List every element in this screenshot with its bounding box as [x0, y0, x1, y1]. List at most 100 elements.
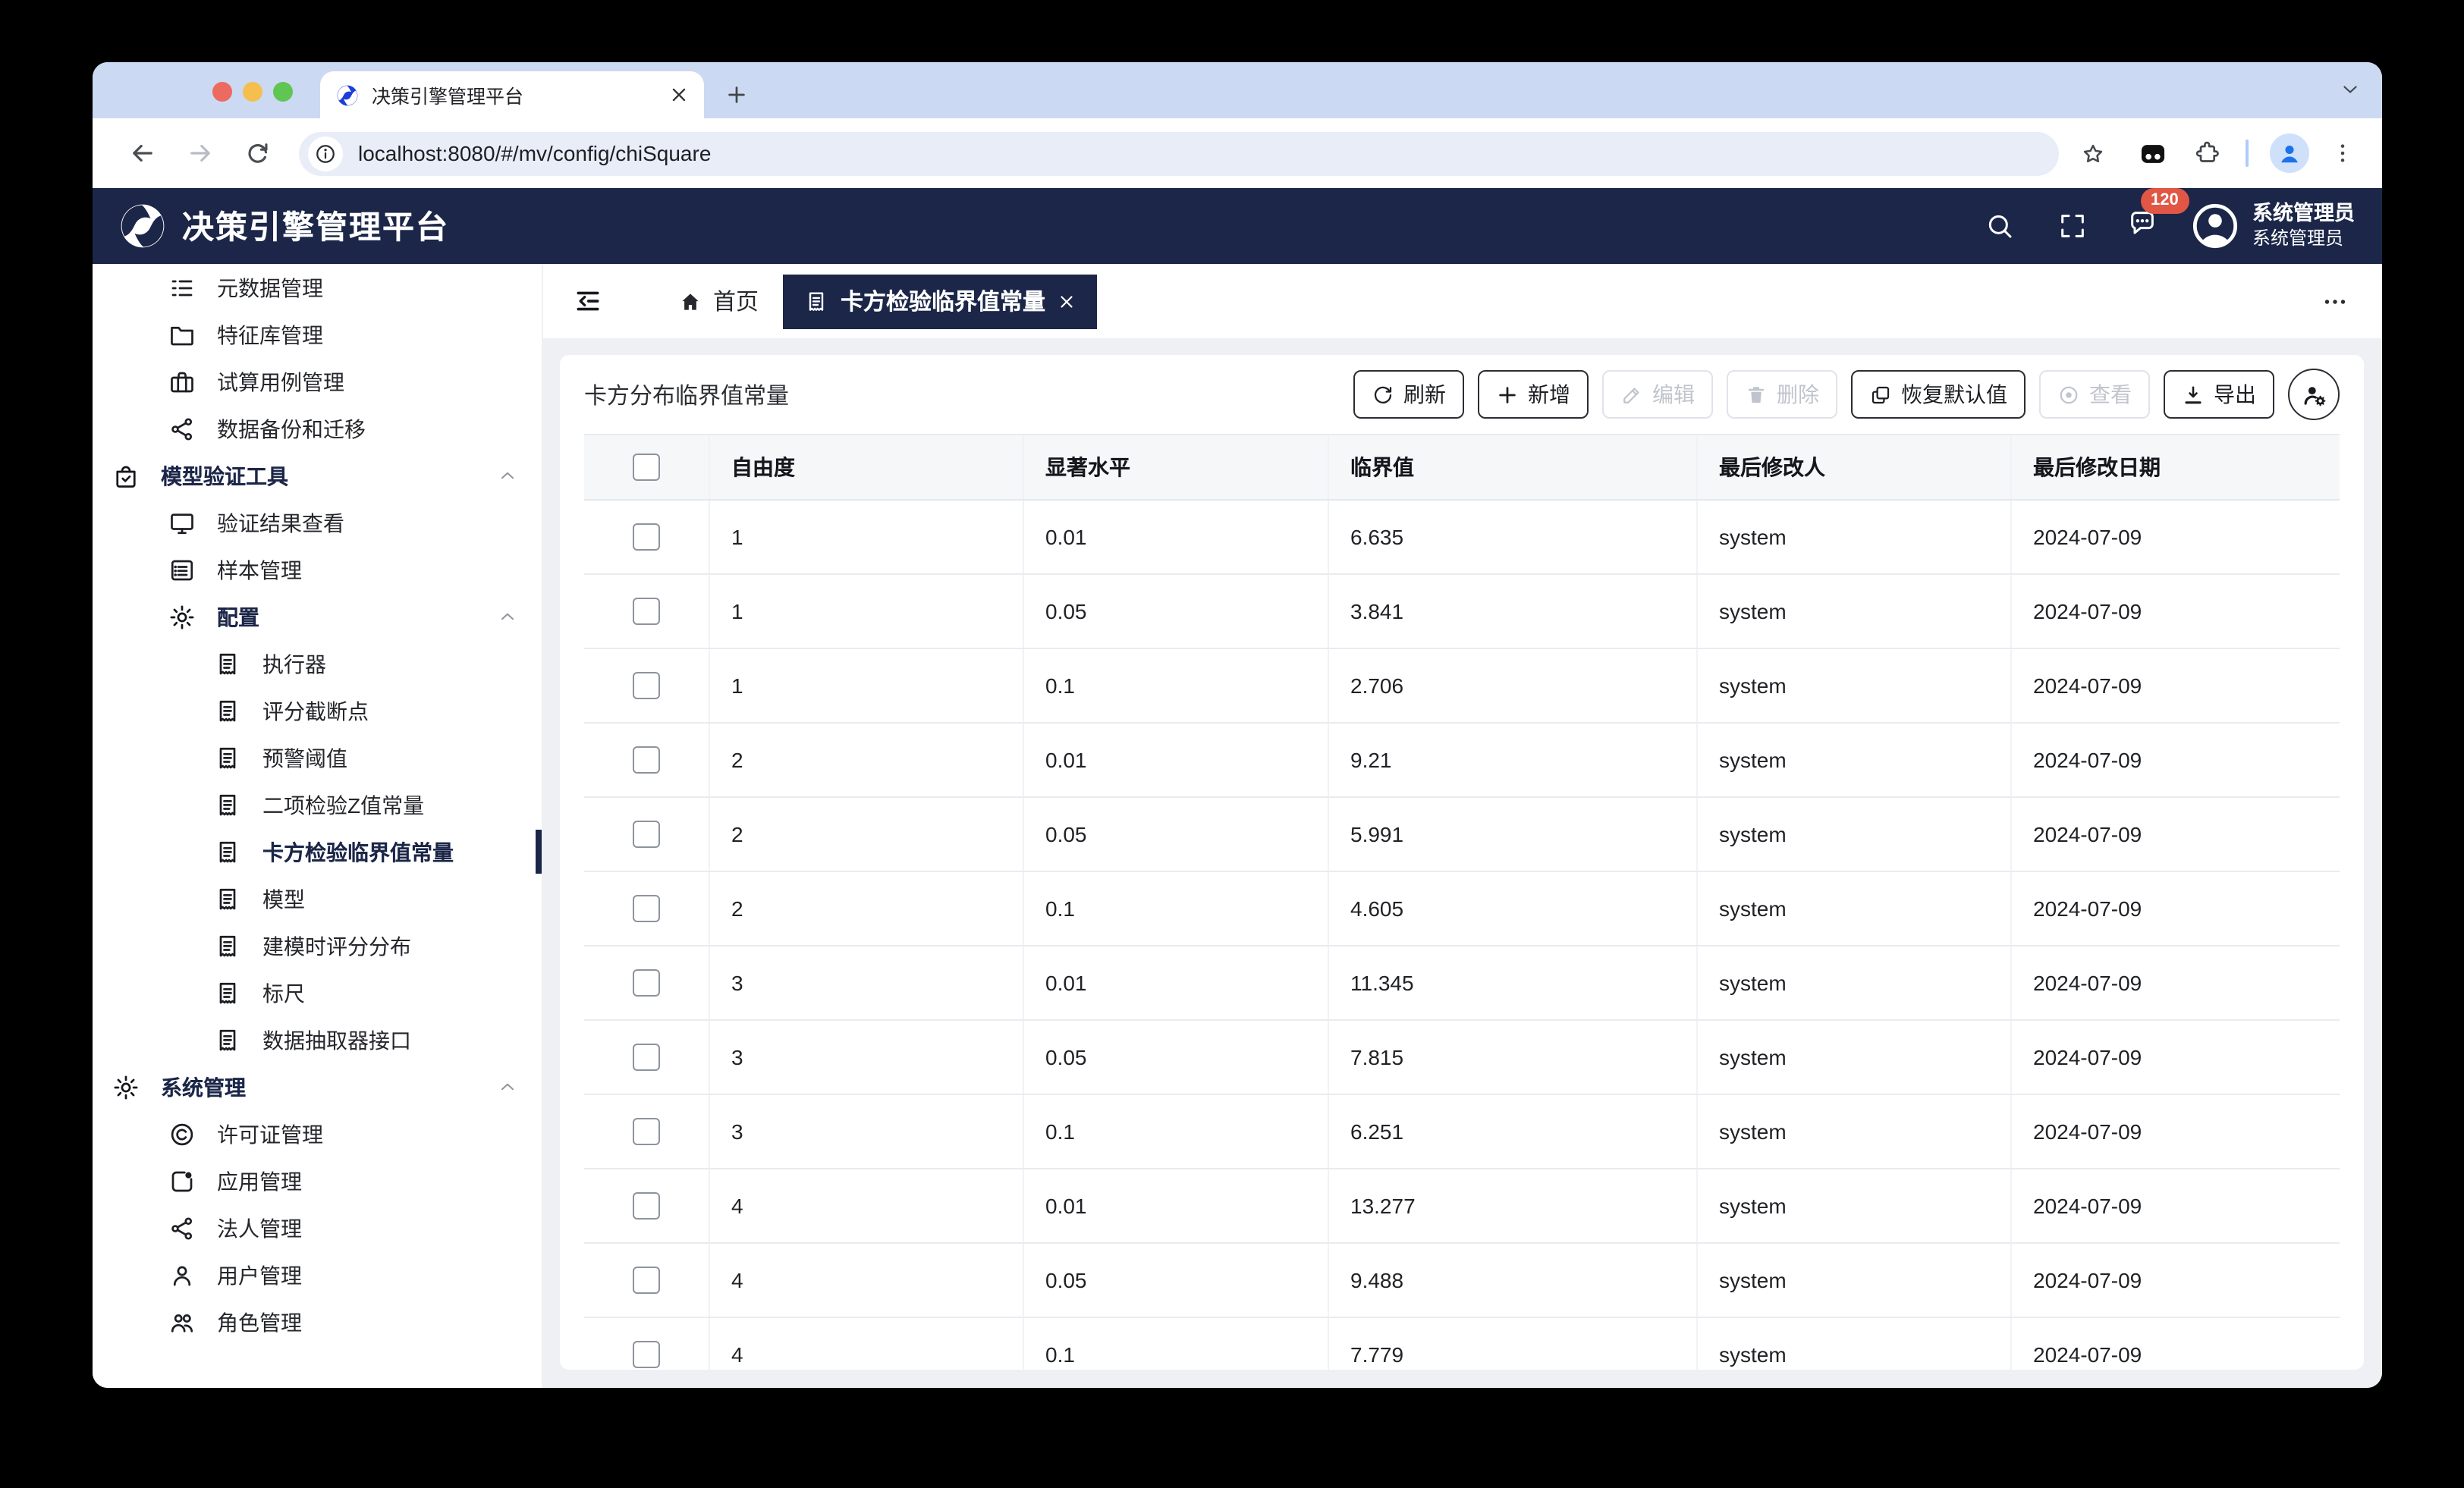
- sidebar-item[interactable]: 配置: [93, 593, 542, 640]
- sidebar-item[interactable]: 数据备份和迁移: [93, 405, 542, 452]
- browser-tab[interactable]: 决策引擎管理平台: [320, 71, 704, 118]
- toolbar-button[interactable]: 删除: [1727, 370, 1837, 419]
- close-page-tab-icon[interactable]: [1058, 292, 1076, 310]
- bookmark-star-icon[interactable]: [2080, 140, 2106, 166]
- sidebar-item[interactable]: 数据抽取器接口: [93, 1016, 542, 1063]
- messages-button[interactable]: 120: [2126, 187, 2189, 245]
- fullscreen-icon[interactable]: [2057, 211, 2087, 241]
- row-checkbox[interactable]: [633, 1267, 660, 1294]
- table-row[interactable]: 1 0.01 6.635 system 2024-07-09: [584, 501, 2340, 575]
- chevron-up-icon[interactable]: [498, 466, 517, 485]
- chevron-up-icon[interactable]: [498, 607, 517, 626]
- minimize-window-button[interactable]: [243, 82, 262, 102]
- user-identity[interactable]: 系统管理员 系统管理员: [2252, 202, 2355, 250]
- media-control-icon[interactable]: [2136, 139, 2170, 168]
- profile-person-icon: [2276, 140, 2303, 167]
- active-page-tab[interactable]: 卡方检验临界值常量: [783, 274, 1098, 328]
- row-checkbox[interactable]: [633, 523, 660, 551]
- sidebar-item[interactable]: 特征库管理: [93, 311, 542, 358]
- row-checkbox[interactable]: [633, 895, 660, 922]
- close-window-button[interactable]: [212, 82, 232, 102]
- row-checkbox[interactable]: [633, 1341, 660, 1368]
- zoom-window-button[interactable]: [273, 82, 293, 102]
- sidebar-item[interactable]: 模型验证工具: [93, 452, 542, 499]
- browser-profile-avatar[interactable]: [2270, 133, 2309, 173]
- sidebar-item-icon: [112, 462, 140, 489]
- site-info-chip[interactable]: [308, 136, 343, 171]
- browser-menu-icon[interactable]: [2330, 141, 2355, 165]
- sidebar-item[interactable]: 试算用例管理: [93, 358, 542, 405]
- sidebar-item-label: 角色管理: [217, 1310, 302, 1334]
- sidebar-item[interactable]: 样本管理: [93, 546, 542, 593]
- browser-toolbar: localhost:8080/#/mv/config/chiSquare: [93, 118, 2382, 188]
- row-checkbox[interactable]: [633, 1192, 660, 1220]
- table-row[interactable]: 4 0.05 9.488 system 2024-07-09: [584, 1244, 2340, 1318]
- cell-degree: 2: [710, 872, 1024, 945]
- table-row[interactable]: 2 0.01 9.21 system 2024-07-09: [584, 724, 2340, 798]
- sidebar-item[interactable]: 元数据管理: [93, 264, 542, 311]
- table-body: 1 0.01 6.635 system 2024-07-09 1 0.05 3.…: [584, 501, 2340, 1370]
- cell-date: 2024-07-09: [2033, 1119, 2142, 1144]
- row-checkbox[interactable]: [633, 746, 660, 774]
- new-tab-button[interactable]: [725, 83, 748, 106]
- search-icon[interactable]: [1984, 211, 2014, 241]
- cell-modifier: system: [1698, 1169, 2012, 1242]
- tab-overflow-menu-icon[interactable]: [2321, 287, 2349, 315]
- sidebar-item[interactable]: 角色管理: [93, 1298, 542, 1345]
- row-checkbox[interactable]: [633, 821, 660, 848]
- chevron-up-icon[interactable]: [498, 1077, 517, 1097]
- sidebar-item[interactable]: 二项检验Z值常量: [93, 781, 542, 828]
- table-row[interactable]: 1 0.1 2.706 system 2024-07-09: [584, 649, 2340, 724]
- sidebar-item[interactable]: 模型: [93, 875, 542, 922]
- sidebar-item[interactable]: 建模时评分分布: [93, 922, 542, 969]
- sidebar-item[interactable]: 执行器: [93, 640, 542, 687]
- toolbar-button[interactable]: 恢复默认值: [1851, 370, 2026, 419]
- home-tab[interactable]: 首页: [678, 285, 759, 317]
- toolbar-button[interactable]: 新增: [1478, 370, 1589, 419]
- table-row[interactable]: 2 0.1 4.605 system 2024-07-09: [584, 872, 2340, 946]
- sidebar-item-icon: [168, 415, 196, 442]
- select-all-checkbox[interactable]: [633, 454, 660, 481]
- table-row[interactable]: 3 0.1 6.251 system 2024-07-09: [584, 1095, 2340, 1169]
- tab-close-icon[interactable]: [669, 85, 689, 105]
- tab-search-chevron-icon[interactable]: [2340, 79, 2361, 100]
- sidebar-item[interactable]: 法人管理: [93, 1204, 542, 1251]
- sidebar-item[interactable]: 系统管理: [93, 1063, 542, 1110]
- sidebar-item[interactable]: 许可证管理: [93, 1110, 542, 1157]
- forward-button[interactable]: [187, 140, 214, 167]
- user-avatar[interactable]: [2190, 202, 2239, 250]
- url-text[interactable]: localhost:8080/#/mv/config/chiSquare: [358, 141, 711, 165]
- receipt-icon: [804, 289, 828, 313]
- row-checkbox[interactable]: [633, 1044, 660, 1071]
- cell-date: 2024-07-09: [2033, 748, 2142, 772]
- toolbar-button[interactable]: 导出: [2164, 370, 2274, 419]
- column-settings-button[interactable]: [2288, 369, 2340, 420]
- toolbar-button[interactable]: 编辑: [1602, 370, 1713, 419]
- table-row[interactable]: 4 0.01 13.277 system 2024-07-09: [584, 1169, 2340, 1244]
- row-checkbox[interactable]: [633, 969, 660, 997]
- extensions-icon[interactable]: [2194, 140, 2221, 167]
- row-checkbox[interactable]: [633, 1118, 660, 1145]
- sidebar-item[interactable]: 验证结果查看: [93, 499, 542, 546]
- address-bar[interactable]: localhost:8080/#/mv/config/chiSquare: [299, 131, 2059, 175]
- sidebar-item[interactable]: 卡方检验临界值常量: [93, 828, 542, 875]
- collapse-sidebar-icon[interactable]: [574, 287, 602, 315]
- sidebar-item[interactable]: 评分截断点: [93, 687, 542, 734]
- cell-modifier: system: [1698, 1244, 2012, 1317]
- toolbar-button[interactable]: 查看: [2039, 370, 2150, 419]
- table-row[interactable]: 3 0.01 11.345 system 2024-07-09: [584, 946, 2340, 1021]
- toolbar-button[interactable]: 刷新: [1353, 370, 1464, 419]
- table-row[interactable]: 3 0.05 7.815 system 2024-07-09: [584, 1021, 2340, 1095]
- sidebar-item[interactable]: 应用管理: [93, 1157, 542, 1204]
- sidebar-item[interactable]: 预警阈值: [93, 734, 542, 781]
- back-button[interactable]: [129, 140, 156, 167]
- sidebar-item[interactable]: 标尺: [93, 969, 542, 1016]
- home-icon: [678, 289, 702, 313]
- table-row[interactable]: 1 0.05 3.841 system 2024-07-09: [584, 575, 2340, 649]
- sidebar-item[interactable]: 用户管理: [93, 1251, 542, 1298]
- row-checkbox[interactable]: [633, 672, 660, 699]
- table-row[interactable]: 4 0.1 7.779 system 2024-07-09: [584, 1318, 2340, 1370]
- reload-button[interactable]: [244, 140, 272, 167]
- table-row[interactable]: 2 0.05 5.991 system 2024-07-09: [584, 798, 2340, 872]
- row-checkbox[interactable]: [633, 598, 660, 625]
